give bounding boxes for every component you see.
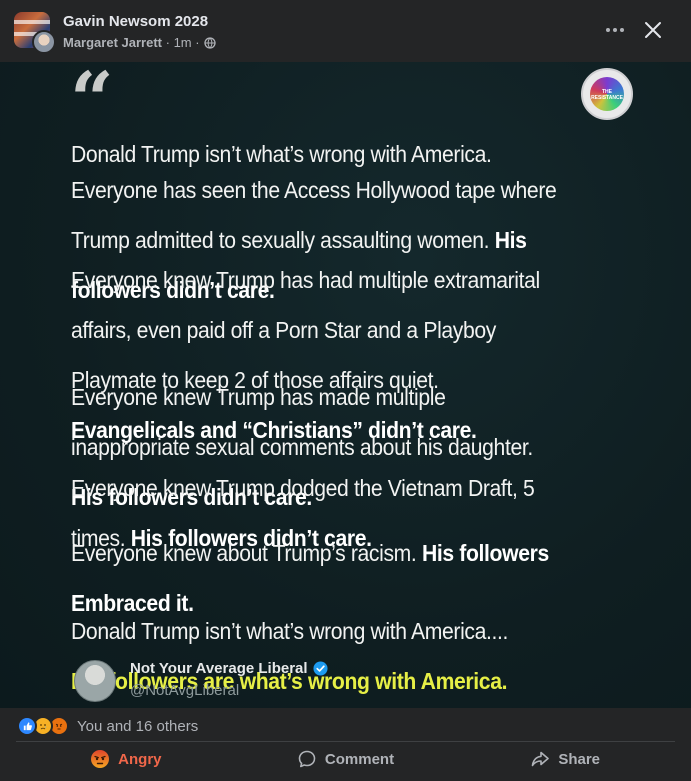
post-time[interactable]: 1m xyxy=(174,35,192,50)
reaction-icons[interactable] xyxy=(17,716,73,736)
angry-icon xyxy=(91,750,110,768)
quote-line: Everyone knew Trump has had multiple ext… xyxy=(71,267,540,293)
comment-button[interactable]: Comment xyxy=(236,742,456,776)
post-image[interactable]: “ THE RESISTANCE Donald Trump isn’t what… xyxy=(0,62,691,708)
meta-separator: · xyxy=(191,35,200,50)
quote-line: affairs, even paid off a Porn Star and a… xyxy=(71,317,497,343)
close-icon[interactable] xyxy=(639,16,667,44)
post-card: Gavin Newsom 2028 Margaret Jarrett · 1m … xyxy=(0,0,691,781)
globe-icon xyxy=(203,36,216,49)
source-handle: @NotAvgLiberal xyxy=(130,682,240,699)
author-avatar[interactable] xyxy=(32,30,56,54)
avatar-group[interactable] xyxy=(14,12,56,54)
quote-line: Everyone knew Trump dodged the Vietnam D… xyxy=(71,475,535,501)
meta-separator: · xyxy=(162,35,174,50)
more-options-button[interactable] xyxy=(603,18,627,42)
verified-badge-icon xyxy=(313,661,328,676)
author-name[interactable]: Margaret Jarrett xyxy=(63,35,162,50)
resistance-badge: THE RESISTANCE xyxy=(581,68,633,120)
source-avatar xyxy=(74,660,116,702)
quote-line: Donald Trump isn’t what’s wrong with Ame… xyxy=(71,618,509,644)
like-icon xyxy=(17,716,37,736)
reaction-count[interactable]: You and 16 others xyxy=(77,718,198,735)
comment-icon xyxy=(298,750,316,768)
badge-text: THE RESISTANCE xyxy=(591,89,623,101)
quote-line: Everyone has seen the Access Hollywood t… xyxy=(71,177,557,203)
share-icon xyxy=(532,751,550,767)
react-label: Angry xyxy=(118,750,162,768)
quote-line: Everyone knew Trump has made multiple xyxy=(71,384,446,410)
reactions-summary[interactable]: You and 16 others xyxy=(0,708,691,744)
group-name[interactable]: Gavin Newsom 2028 xyxy=(63,13,208,30)
react-button[interactable]: Angry xyxy=(16,742,236,776)
source-name: Not Your Average Liberal xyxy=(130,660,328,677)
action-bar: Angry Comment Share xyxy=(16,742,675,776)
source-name-text: Not Your Average Liberal xyxy=(130,660,308,677)
share-button[interactable]: Share xyxy=(455,742,675,776)
share-label: Share xyxy=(558,750,601,768)
post-header: Gavin Newsom 2028 Margaret Jarrett · 1m … xyxy=(0,0,691,62)
comment-label: Comment xyxy=(324,750,395,768)
more-horizontal-icon xyxy=(606,28,610,32)
quote-line: Everyone knew about Trump’s racism. His … xyxy=(71,540,549,566)
post-meta: Margaret Jarrett · 1m · xyxy=(63,35,216,50)
